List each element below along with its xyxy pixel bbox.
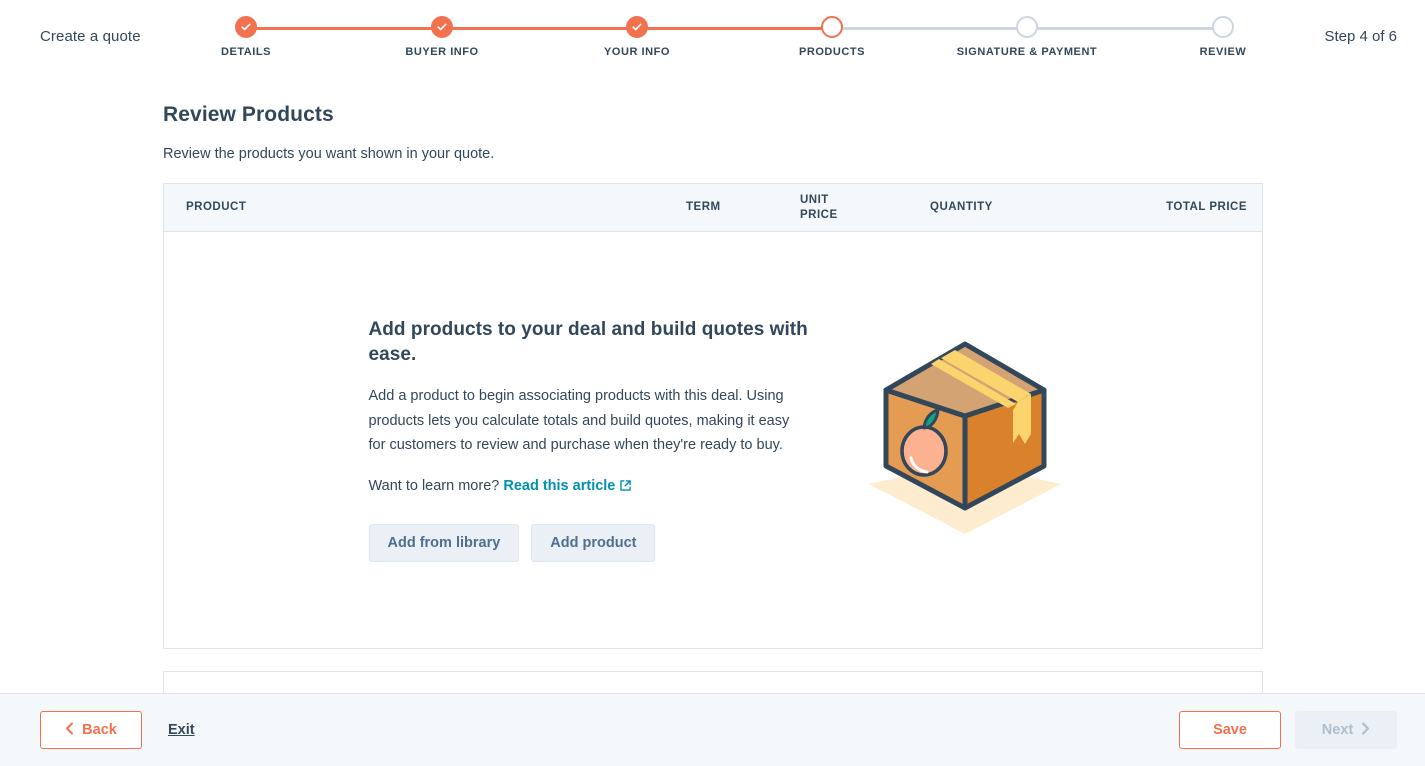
next-button-label: Next — [1322, 722, 1353, 738]
column-header-term: TERM — [686, 200, 800, 214]
stepper-track — [246, 27, 1223, 30]
next-button[interactable]: Next — [1295, 711, 1397, 749]
stepper-node-signature-payment[interactable] — [1016, 16, 1038, 38]
learn-more-prefix: Want to learn more? — [369, 478, 500, 494]
wizard-footer: Back Exit Save Next — [0, 693, 1425, 766]
cardboard-box-illustration — [863, 338, 1068, 543]
save-button[interactable]: Save — [1179, 711, 1281, 749]
chevron-left-icon — [65, 722, 74, 739]
page-subtitle: Review the products you want shown in yo… — [163, 146, 1263, 162]
column-header-product: PRODUCT — [186, 200, 686, 214]
save-button-label: Save — [1213, 722, 1247, 738]
stepper-segment-2 — [442, 27, 637, 30]
check-icon — [241, 22, 251, 32]
check-icon — [437, 22, 447, 32]
exit-link[interactable]: Exit — [168, 722, 195, 738]
back-button[interactable]: Back — [40, 711, 142, 749]
stepper-node-your-info[interactable] — [626, 16, 648, 38]
column-header-unit-price: UNIT PRICE — [800, 193, 930, 222]
add-product-button[interactable]: Add product — [531, 524, 655, 562]
stepper-label-your-info: YOUR INFO — [604, 46, 670, 58]
empty-state-title: Add products to your deal and build quot… — [369, 318, 809, 367]
products-table-panel: PRODUCT TERM UNIT PRICE QUANTITY TOTAL P… — [163, 183, 1263, 649]
column-header-total-price: TOTAL PRICE — [1080, 200, 1260, 214]
page-title: Review Products — [163, 103, 1263, 127]
products-empty-state: Add products to your deal and build quot… — [164, 232, 1262, 648]
content-column: Review Products Review the products you … — [163, 75, 1263, 700]
external-link-icon — [619, 479, 632, 496]
stepper-segment-4 — [832, 27, 1027, 30]
main-content-area: Review Products Review the products you … — [0, 75, 1425, 700]
page-header-title: Create a quote — [40, 28, 141, 45]
stepper-label-details: DETAILS — [221, 46, 271, 58]
footer-right-actions: Save Next — [1179, 711, 1397, 749]
progress-stepper: DETAILS BUYER INFO YOUR INFO PRODUCTS SI… — [246, 0, 1223, 75]
chevron-right-icon — [1361, 722, 1370, 739]
stepper-node-products[interactable] — [821, 16, 843, 38]
stepper-label-review: REVIEW — [1200, 46, 1247, 58]
check-icon — [632, 22, 642, 32]
stepper-segment-5 — [1027, 27, 1223, 30]
stepper-node-review[interactable] — [1212, 16, 1234, 38]
empty-state-actions: Add from library Add product — [369, 524, 809, 562]
wizard-header: Create a quote DETAILS BUYE — [0, 0, 1425, 75]
read-this-article-link[interactable]: Read this article — [503, 478, 615, 494]
stepper-segment-3 — [637, 27, 832, 30]
footer-left-actions: Back Exit — [40, 711, 195, 749]
stepper-label-buyer-info: BUYER INFO — [405, 46, 478, 58]
stepper-label-signature-payment: SIGNATURE & PAYMENT — [957, 46, 1097, 58]
stepper-node-details[interactable] — [235, 16, 257, 38]
step-counter: Step 4 of 6 — [1324, 28, 1397, 45]
add-from-library-button[interactable]: Add from library — [369, 524, 520, 562]
stepper-node-buyer-info[interactable] — [431, 16, 453, 38]
column-header-quantity: QUANTITY — [930, 200, 1080, 214]
empty-state-body: Add a product to begin associating produ… — [369, 384, 809, 457]
back-button-label: Back — [82, 722, 117, 738]
empty-state-copy: Add products to your deal and build quot… — [369, 318, 809, 562]
learn-more-line: Want to learn more? Read this article — [369, 478, 809, 496]
stepper-label-products: PRODUCTS — [799, 46, 865, 58]
stepper-segment-1 — [246, 27, 442, 30]
products-table-header-row: PRODUCT TERM UNIT PRICE QUANTITY TOTAL P… — [164, 184, 1262, 232]
